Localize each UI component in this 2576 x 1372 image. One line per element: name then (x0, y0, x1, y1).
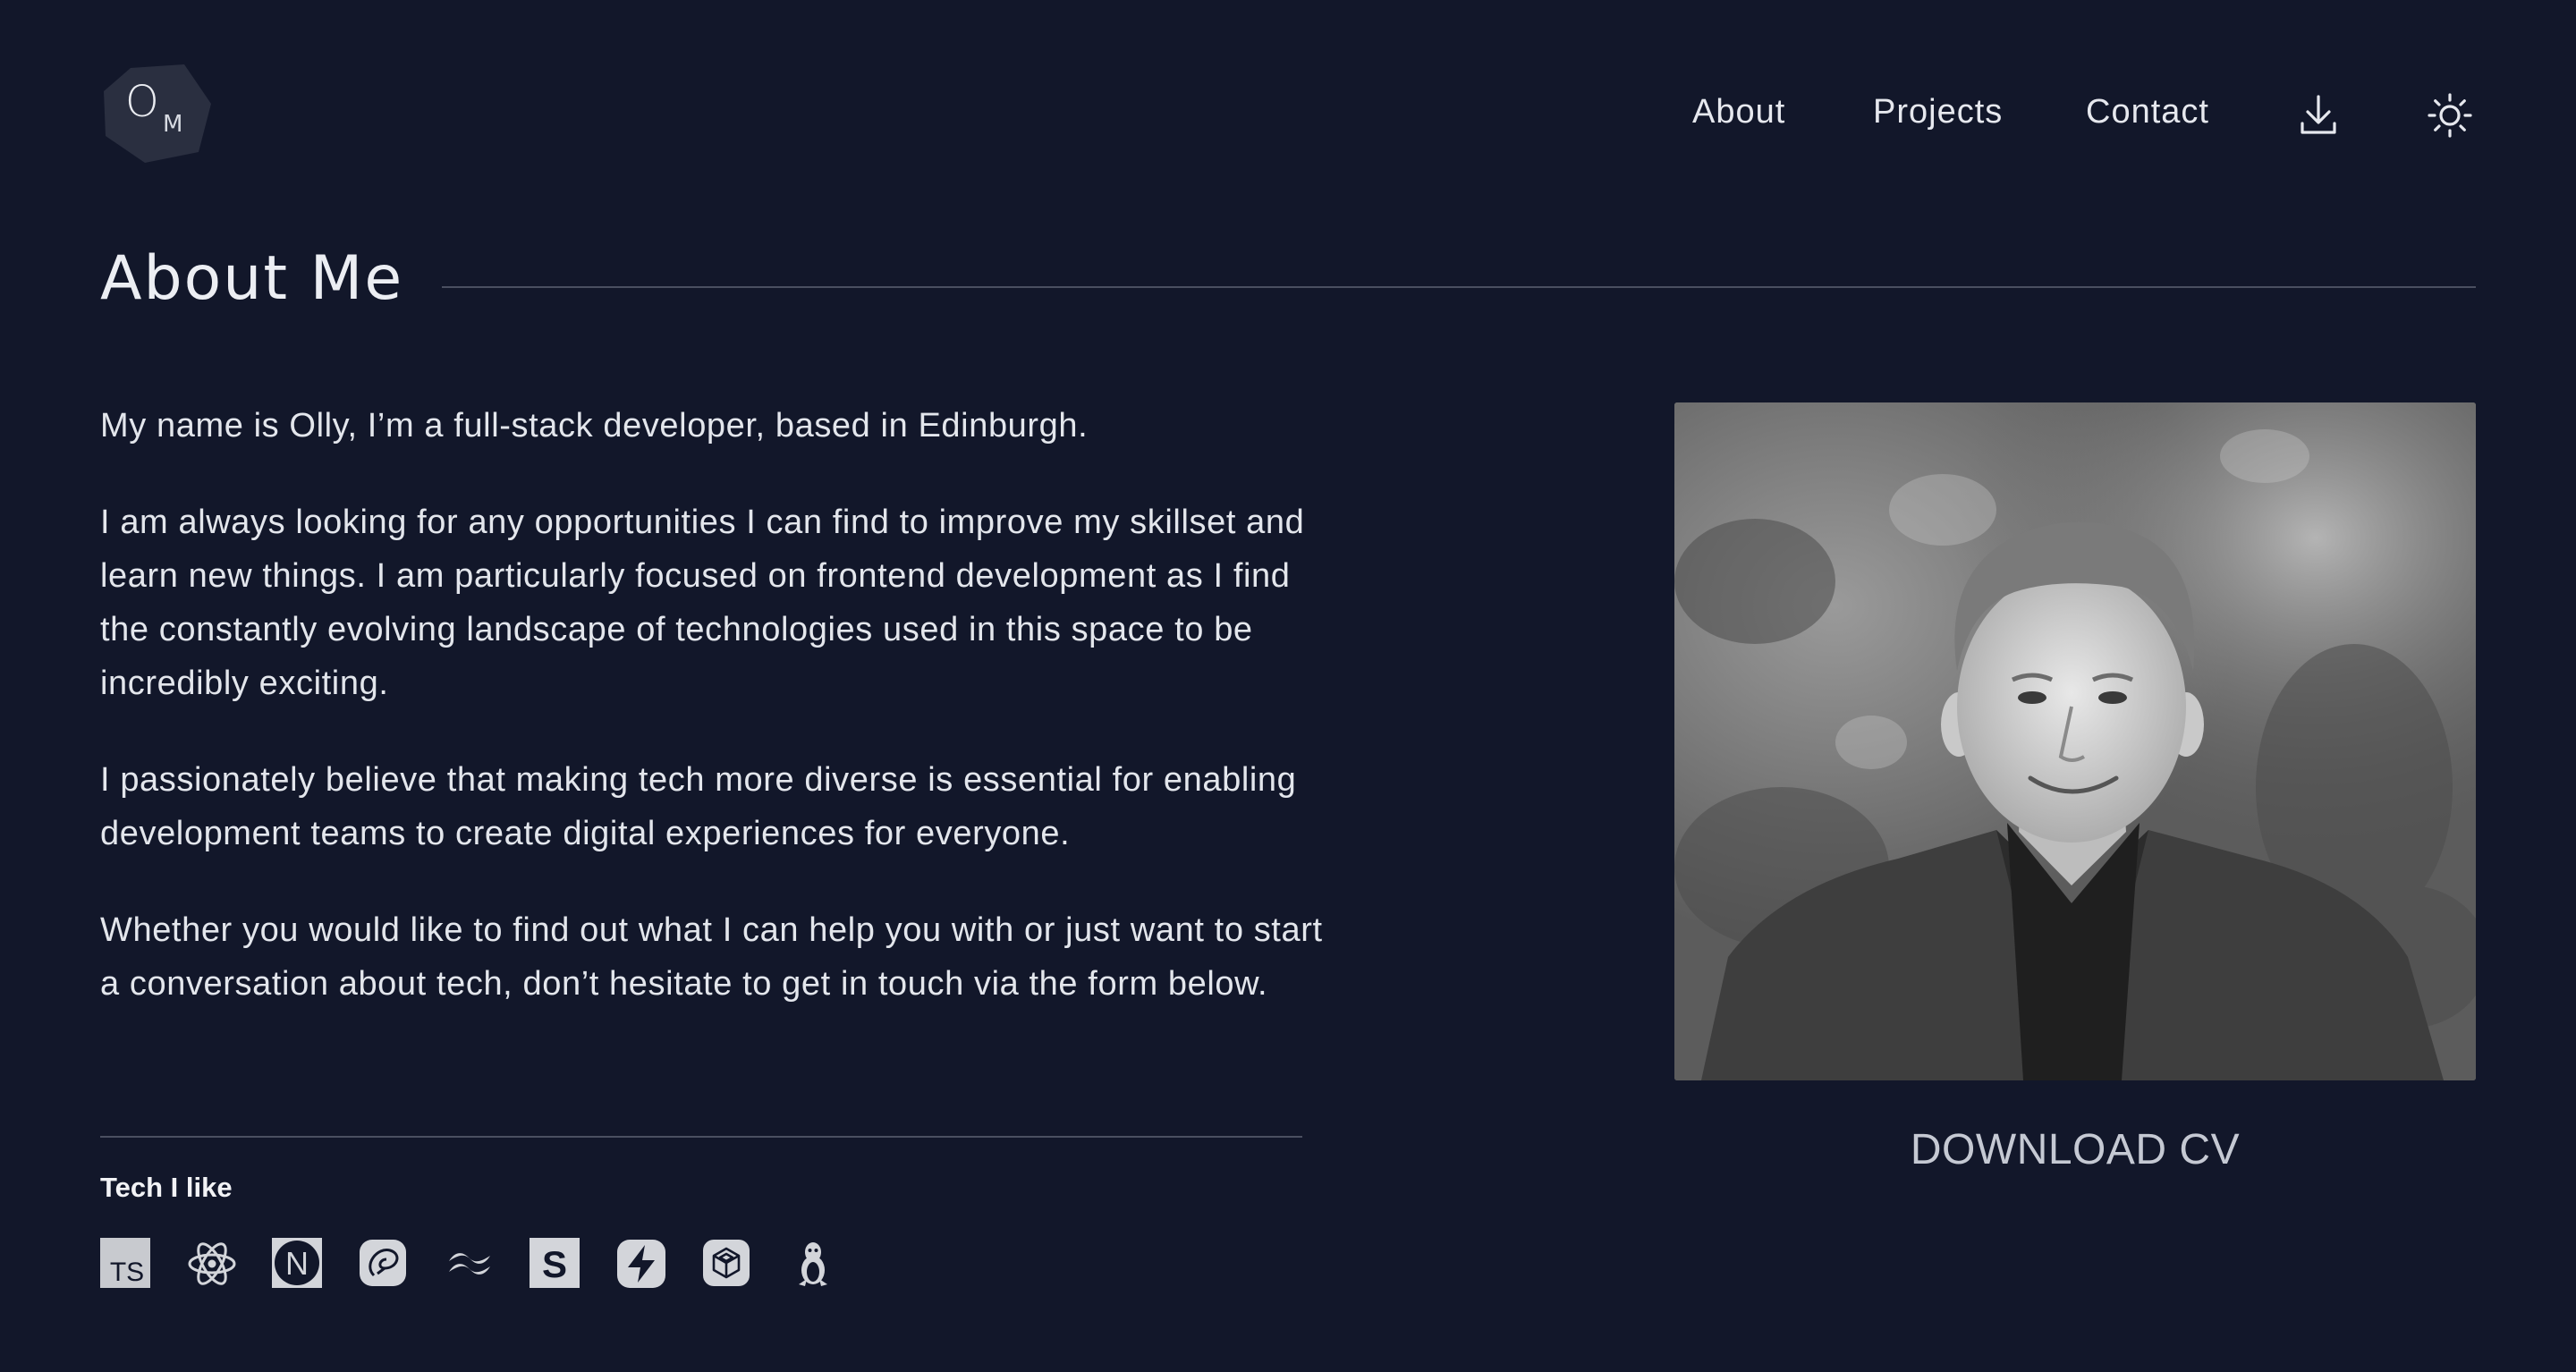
logo-letter-m: M (163, 111, 183, 138)
bio-paragraph: My name is Olly, I’m a full-stack develo… (100, 407, 1089, 445)
codesandbox-icon (701, 1238, 753, 1290)
nav-link-contact[interactable]: Contact (2086, 93, 2209, 131)
about-bio: My name is Olly, I’m a full-stack develo… (100, 399, 1352, 1054)
portrait-image (1674, 402, 2476, 1080)
storybook-icon: S (530, 1238, 581, 1290)
typescript-label: TS (110, 1258, 144, 1287)
bio-paragraph: I am always looking for any opportunitie… (100, 504, 1305, 702)
typescript-icon: TS (100, 1238, 152, 1290)
nextjs-icon: N (272, 1238, 324, 1290)
download-cv-link[interactable]: DOWNLOAD CV (1674, 1125, 2476, 1174)
bio-paragraph: Whether you would like to find out what … (100, 911, 1323, 1003)
site-logo[interactable]: O M (100, 64, 215, 165)
storybook-label: S (542, 1243, 567, 1285)
nav-link-about[interactable]: About (1692, 93, 1785, 131)
page-title: About Me (100, 243, 404, 314)
react-icon (186, 1238, 238, 1290)
logo-letter-o: O (125, 77, 159, 127)
download-icon[interactable] (2299, 93, 2338, 136)
title-divider (442, 286, 2476, 288)
tech-divider (100, 1136, 1302, 1138)
tailwind-icon (444, 1238, 496, 1290)
supabase-icon (615, 1238, 667, 1290)
bio-paragraph: I passionately believe that making tech … (100, 761, 1297, 852)
tech-heading: Tech I like (100, 1172, 233, 1203)
linux-icon (787, 1238, 839, 1290)
nextjs-label: N (285, 1245, 309, 1282)
sun-icon[interactable] (2428, 93, 2472, 138)
portrait-photo (1674, 402, 2476, 1080)
sequelize-icon (358, 1238, 410, 1290)
nav-link-projects[interactable]: Projects (1873, 93, 2003, 131)
